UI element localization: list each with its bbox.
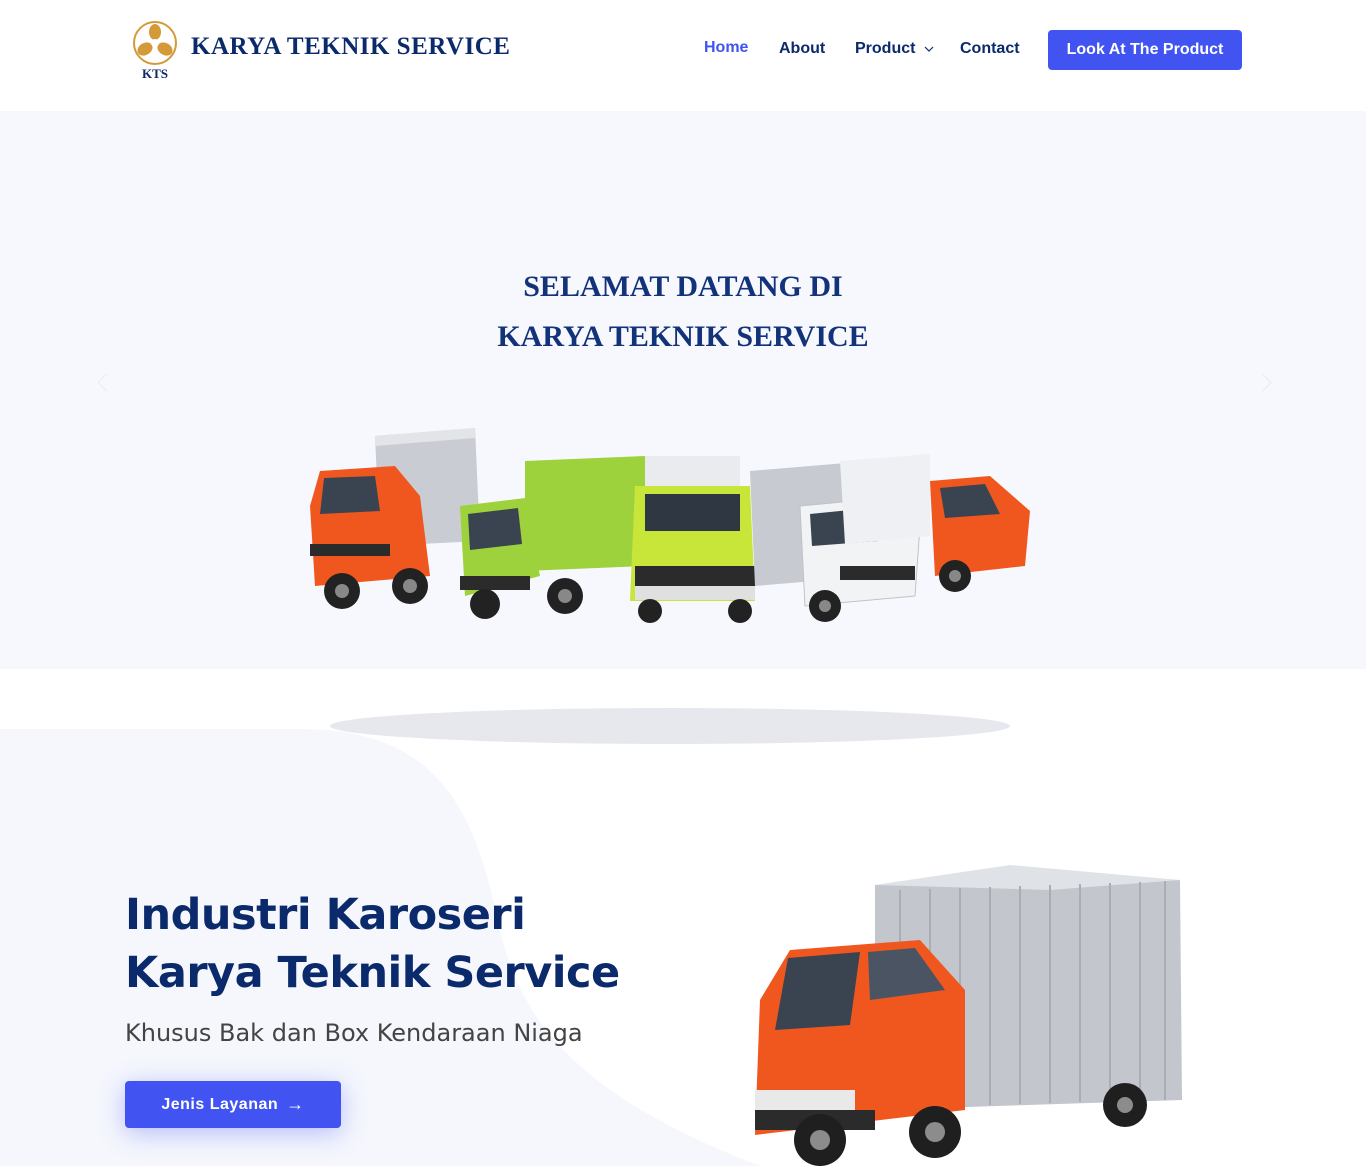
hero-title-line1: SELAMAT DATANG DI (523, 270, 843, 303)
site-header: KTS KARYA TEKNIK SERVICE Home About Prod… (0, 0, 1366, 110)
hero-carousel: SELAMAT DATANG DI KARYA TEKNIK SERVICE (0, 111, 1366, 744)
jenis-layanan-label: Jenis Layanan (161, 1095, 279, 1113)
nav-contact[interactable]: Contact (960, 40, 1020, 58)
brand-name[interactable]: KARYA TEKNIK SERVICE (191, 33, 510, 61)
carousel-prev-icon[interactable] (97, 373, 116, 392)
look-at-product-button[interactable]: Look At The Product (1048, 30, 1242, 70)
trucks-fleet-image (310, 428, 1030, 744)
section-title-line1: Industri Karoseri (125, 890, 526, 940)
jenis-layanan-button[interactable]: Jenis Layanan → (125, 1081, 341, 1128)
hero-title-line2: KARYA TEKNIK SERVICE (497, 320, 869, 353)
box-truck-image (755, 865, 1182, 1166)
logo-text: KTS (142, 66, 168, 80)
carousel-next-icon[interactable] (1253, 373, 1272, 392)
arrow-right-icon: → (286, 1094, 305, 1114)
nav-product-label: Product (855, 40, 916, 57)
nav-about[interactable]: About (779, 40, 825, 58)
nav-home[interactable]: Home (704, 39, 748, 57)
nav-product[interactable]: Product (855, 40, 934, 58)
kts-logo[interactable]: KTS (132, 20, 178, 80)
chevron-down-icon (924, 46, 934, 52)
section-title-line2: Karya Teknik Service (125, 948, 620, 998)
section-subtitle: Khusus Bak dan Box Kendaraan Niaga (125, 1019, 583, 1047)
